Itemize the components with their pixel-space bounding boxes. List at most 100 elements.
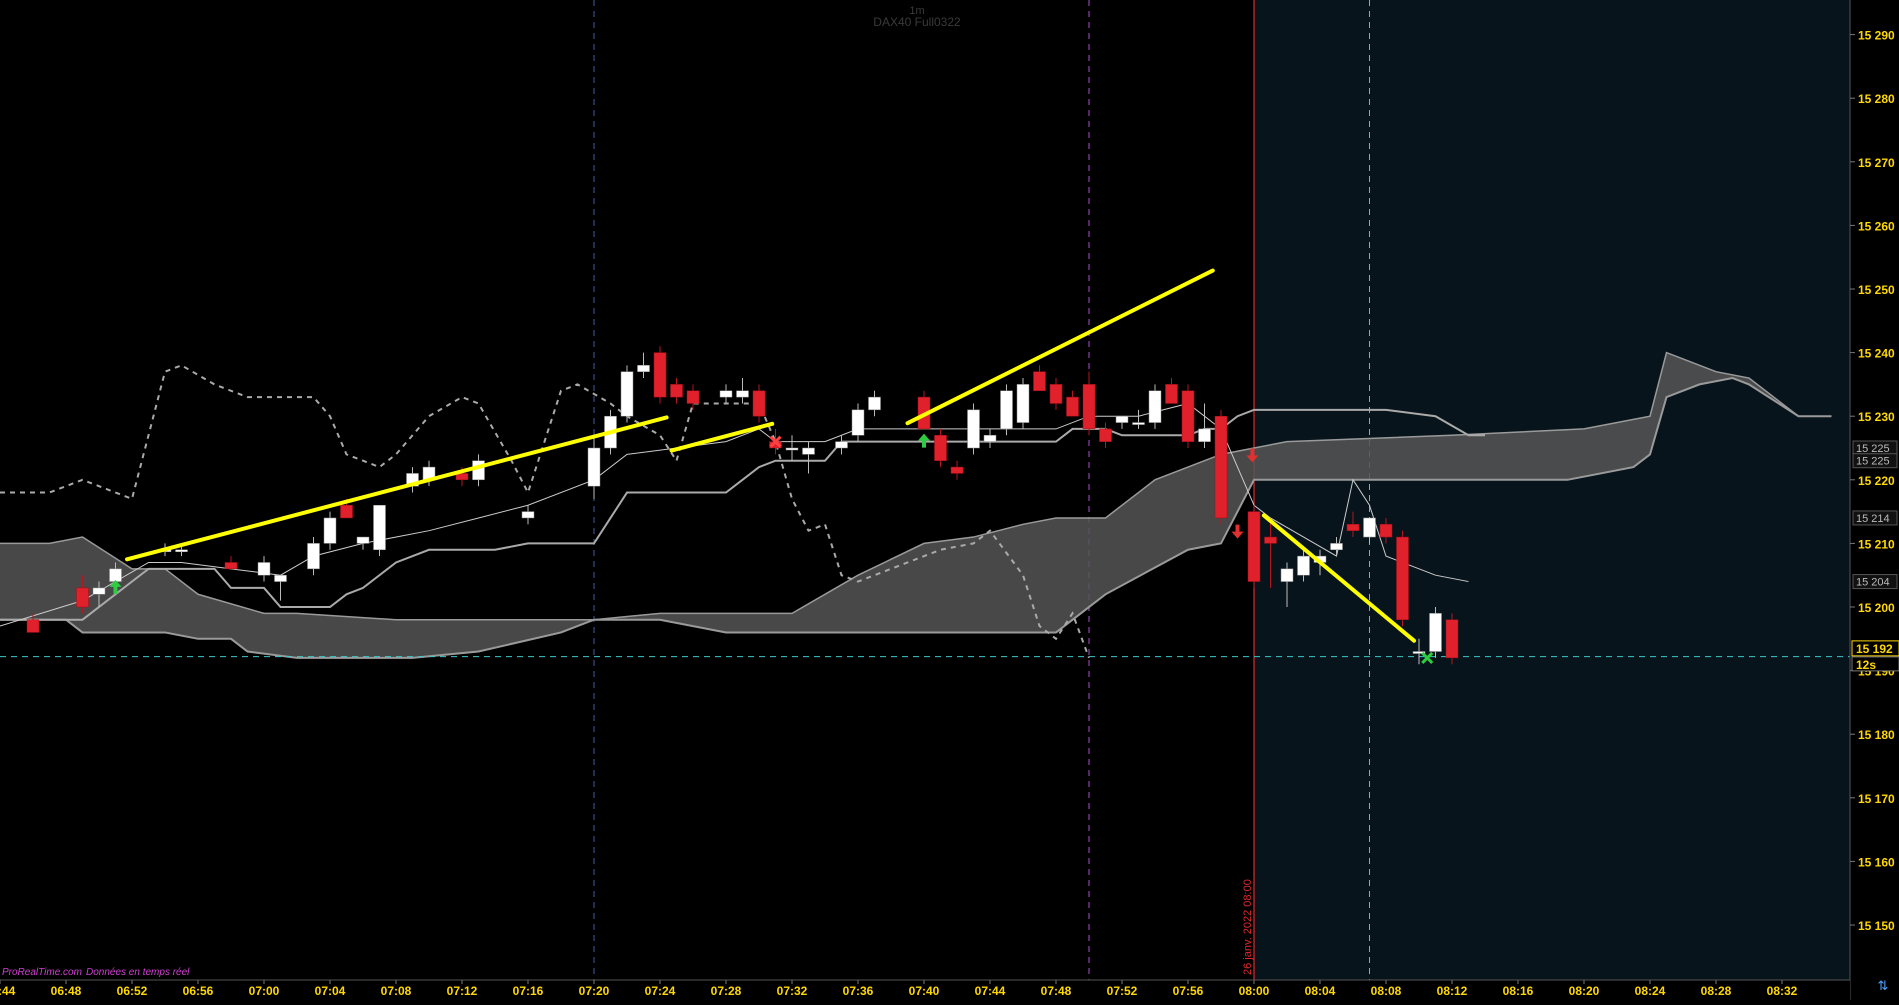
candle-body: [1165, 384, 1178, 404]
candle-body: [686, 390, 700, 404]
candle: [1396, 530, 1409, 627]
candle-body: [373, 504, 386, 551]
candle-body: [1330, 543, 1343, 551]
candle-body: [1115, 415, 1129, 423]
candle-body: [983, 435, 997, 442]
x-tick-label: 07:12: [447, 984, 478, 998]
candle-body: [274, 574, 287, 582]
candle-body: [1000, 390, 1013, 430]
y-tick-label: 15 170: [1858, 792, 1895, 806]
y-tick-label: 15 260: [1858, 219, 1895, 233]
candle: [1429, 607, 1442, 658]
candle-body: [224, 562, 238, 570]
x-tick-label: 08:28: [1701, 984, 1732, 998]
candle-body: [472, 460, 485, 481]
y-tick-label: 15 250: [1858, 283, 1895, 297]
candle: [1181, 384, 1195, 448]
x-tick-label: 07:04: [315, 984, 346, 998]
candle-body: [109, 568, 122, 582]
candle-body: [175, 549, 188, 553]
candle: [1000, 384, 1013, 436]
y-tick-label: 15 150: [1858, 919, 1895, 933]
candle-body: [967, 409, 980, 449]
x-tick-label: 08:24: [1635, 984, 1666, 998]
candle-body: [1132, 422, 1145, 425]
candle-body: [356, 536, 370, 544]
candle: [1148, 384, 1162, 429]
y-tick-label: 15 280: [1858, 92, 1895, 106]
x-tick-label: 08:20: [1569, 984, 1600, 998]
candle: [967, 403, 980, 455]
x-tick-label: 08:04: [1305, 984, 1336, 998]
x-tick-label: 07:36: [843, 984, 874, 998]
axis-scale-button[interactable]: ⇅: [1873, 978, 1893, 994]
candle-body: [1396, 536, 1409, 620]
candle-body: [637, 365, 650, 372]
candle-body: [1247, 511, 1261, 582]
candle-body: [340, 504, 353, 519]
x-tick-label: 06:56: [183, 984, 214, 998]
candle-body: [521, 511, 535, 519]
candle: [1247, 505, 1261, 588]
x-tick-label: 07:52: [1107, 984, 1138, 998]
x-tick-label: 06:48: [51, 984, 82, 998]
candle: [653, 346, 667, 404]
instrument-label: DAX40 Full0322: [873, 15, 961, 29]
x-tick-label: 07:28: [711, 984, 742, 998]
y-tick-label: 15 210: [1858, 537, 1895, 551]
bar-timer-label: 12s: [1856, 658, 1876, 672]
x-tick-label: 08:32: [1767, 984, 1798, 998]
x-tick-label: 06:52: [117, 984, 148, 998]
x-tick-label: 07:56: [1173, 984, 1204, 998]
candle-body: [1016, 384, 1030, 423]
y-tick-label: 15 240: [1858, 347, 1895, 361]
x-tick-label: 08:16: [1503, 984, 1534, 998]
candle-body: [785, 447, 799, 451]
candle-body: [1297, 555, 1310, 576]
y-tick-label: 15 290: [1858, 29, 1895, 43]
candle-body: [1049, 384, 1063, 404]
candle: [1445, 613, 1459, 665]
x-tick-label: 08:00: [1239, 984, 1270, 998]
x-tick-label: 07:24: [645, 984, 676, 998]
candle-body: [76, 587, 89, 608]
candle-body: [257, 562, 271, 576]
y-tick-label: 15 180: [1858, 728, 1895, 742]
candle-body: [587, 447, 601, 487]
y-tick-label: 15 230: [1858, 410, 1895, 424]
y-tick-label: 15 270: [1858, 156, 1895, 170]
candle-body: [307, 543, 320, 570]
provider-label: ProRealTime.com: [2, 967, 82, 978]
price-axis-panel: [1850, 0, 1899, 1000]
realtime-note: Données en temps réel: [86, 967, 190, 978]
x-tick-label: 08:08: [1371, 984, 1402, 998]
candle-body: [1445, 619, 1459, 659]
y-tick-label: 15 200: [1858, 601, 1895, 615]
y-tick-label: 15 160: [1858, 855, 1895, 869]
x-tick-label: 08:12: [1437, 984, 1468, 998]
y-tick-label: 15 220: [1858, 474, 1895, 488]
candle-body: [868, 396, 881, 411]
candle-body: [323, 517, 337, 544]
ichimoku-candlestick-chart[interactable]: 15 150 15 160 15 170 15 180 15 190 15 200 15 2…: [0, 0, 1899, 1000]
price-level-label: 15 204: [1856, 577, 1890, 589]
candle-body: [1280, 568, 1294, 582]
candle-body: [1033, 371, 1046, 392]
candle-body: [835, 441, 848, 449]
x-tick-label: 07:40: [909, 984, 940, 998]
candle-body: [736, 390, 749, 398]
x-tick-label: 07:20: [579, 984, 610, 998]
candle-body: [752, 390, 766, 417]
chart-canvas[interactable]: 15 15015 16015 17015 18015 19015 20015 2…: [0, 0, 1899, 1000]
candle-body: [1214, 415, 1228, 519]
x-tick-label: 07:00: [249, 984, 280, 998]
session-separator-label: 26 janv. 2022 08:00: [1242, 879, 1254, 975]
candle-body: [1099, 428, 1112, 442]
candle-body: [92, 587, 106, 595]
price-level-label: 15 225: [1856, 456, 1890, 468]
candle-body: [1198, 428, 1211, 442]
candle: [373, 504, 386, 557]
session-background: [1254, 0, 1850, 980]
current-price-label: 15 192: [1856, 642, 1893, 656]
candle: [1214, 409, 1228, 525]
